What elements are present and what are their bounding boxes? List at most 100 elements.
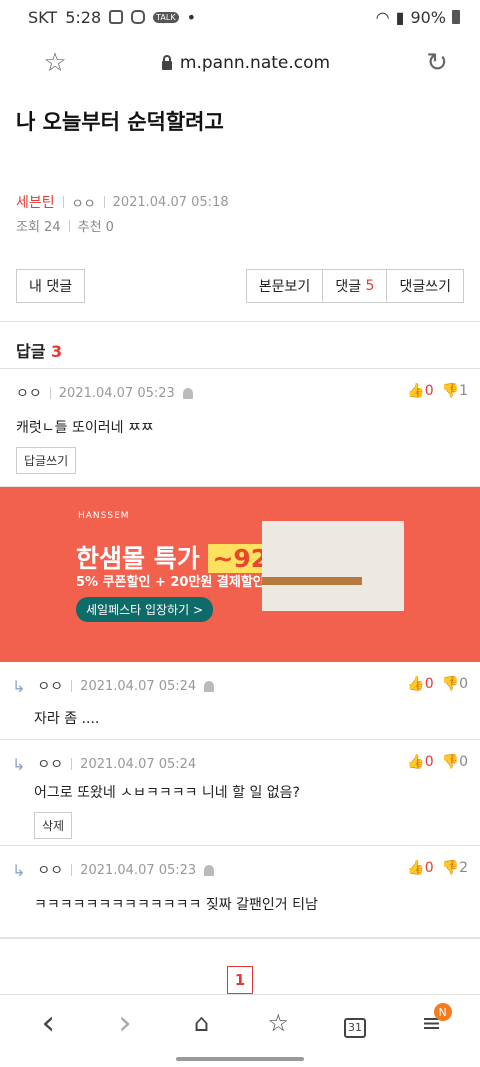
ad-cta-button[interactable]: 세일페스타 입장하기 > [76, 597, 214, 622]
bookmark-star-icon[interactable]: ☆ [40, 48, 70, 78]
carrier-label: SKT [28, 7, 58, 27]
page-1-button[interactable]: 1 [227, 965, 253, 994]
battery-icon [452, 10, 460, 24]
downvote-button[interactable]: 👎0 [442, 676, 468, 692]
replies-label: 답글 [16, 342, 46, 361]
delete-button[interactable]: 삭제 [34, 812, 73, 839]
home-indicator[interactable] [176, 1057, 304, 1061]
replies-count: 3 [51, 342, 63, 361]
ad-brand-logo: HANSSEM [78, 511, 130, 521]
report-bell-icon[interactable] [204, 864, 215, 876]
reply-text: 어그로 또왔네 ㅅㅂㅋㅋㅋㅋ 니네 할 일 없음? [34, 785, 300, 801]
tabs-button[interactable]: 31 [335, 1009, 375, 1038]
write-comment-button[interactable]: 댓글쓰기 [387, 269, 464, 303]
view-body-button[interactable]: 본문보기 [245, 269, 324, 303]
url-text: m.pann.nate.com [179, 53, 331, 73]
wifi-icon: ◠ [375, 7, 390, 27]
lock-icon [161, 54, 172, 70]
ad-table-image [262, 577, 362, 585]
comment-action-row: 내 댓글 본문보기 댓글 5 댓글쓰기 [0, 235, 480, 303]
downvote-count: 2 [459, 860, 468, 876]
divider [68, 219, 70, 232]
upvote-button[interactable]: 👍0 [407, 383, 433, 399]
browser-nav-bar: ‹ › ⌂ ☆ 31 ≡ N [0, 994, 480, 1067]
divider [62, 196, 64, 208]
ad-furniture-image [262, 521, 404, 611]
view-count: 조회 24 [16, 220, 61, 235]
home-icon[interactable]: ⌂ [182, 1009, 222, 1037]
reply-arrow-icon: ↳ [12, 676, 26, 696]
reply-text: ㅋㅋㅋㅋㅋㅋㅋㅋㅋㅋㅋㅋㅋ 짖짜 갈팬인거 티남 [34, 897, 318, 913]
comments-button[interactable]: 댓글 5 [323, 269, 388, 303]
downvote-button[interactable]: 👎2 [442, 860, 468, 876]
write-reply-button[interactable]: 답글쓰기 [16, 447, 77, 474]
reply-date: 2021.04.07 05:24 [80, 678, 197, 694]
reply-nickname: ㅇㅇ [37, 863, 64, 879]
divider [71, 680, 73, 692]
url-bar: ☆ m.pann.nate.com ↻ [0, 34, 480, 92]
reply-arrow-icon: ↳ [12, 860, 26, 880]
vote-group: 👍0 👎0 [407, 676, 468, 692]
clock: 5:28 [65, 7, 102, 27]
downvote-count: 0 [459, 676, 468, 692]
upvote-count: 0 [424, 676, 434, 692]
downvote-count: 1 [459, 383, 468, 399]
vote-group: 👍0 👎1 [407, 383, 468, 399]
forward-icon[interactable]: › [105, 1003, 145, 1043]
reload-icon[interactable]: ↻ [422, 48, 452, 78]
back-icon[interactable]: ‹ [28, 1003, 68, 1043]
instagram-icon [131, 10, 146, 24]
my-comments-button[interactable]: 내 댓글 [16, 269, 86, 303]
kakaotalk-icon: TALK [153, 11, 179, 23]
reply-arrow-icon: ↳ [12, 754, 26, 774]
menu-button[interactable]: ≡ N [412, 1003, 452, 1037]
replies-header: 답글 3 [0, 321, 480, 369]
post-nickname: ㅇㅇ [71, 196, 96, 212]
reply-item: ↳ ㅇㅇ 2021.04.07 05:24 👍0 👎0 자라 좀 .... [0, 662, 480, 740]
upvote-button[interactable]: 👍0 [407, 754, 433, 770]
upvote-count: 0 [424, 383, 434, 399]
downvote-count: 0 [459, 754, 468, 770]
vote-group: 👍0 👎2 [407, 860, 468, 876]
upvote-count: 0 [424, 860, 434, 876]
post-title: 나 오늘부터 순덕할려고 [16, 110, 224, 134]
downvote-button[interactable]: 👎1 [442, 383, 468, 399]
tabs-icon: 31 [343, 1017, 366, 1038]
post-stats: 조회 24 추천 0 [0, 212, 480, 235]
comments-count: 5 [365, 278, 375, 294]
post-date: 2021.04.07 05:18 [112, 194, 229, 210]
ad-subtext: 5% 쿠폰할인 + 20만원 결제할인 [76, 575, 265, 590]
post-meta: 세븐틴 ㅇㅇ 2021.04.07 05:18 [0, 154, 480, 212]
divider [71, 864, 73, 876]
recommend-count: 추천 0 [77, 220, 114, 235]
address-field[interactable]: m.pann.nate.com [161, 53, 331, 73]
status-bar: SKT 5:28 TALK • ◠ ▮ 90% [0, 0, 480, 34]
upvote-button[interactable]: 👍0 [407, 860, 433, 876]
reply-date: 2021.04.07 05:23 [80, 862, 197, 878]
divider [71, 758, 73, 770]
notification-dot: • [186, 7, 197, 27]
reply-nickname: ㅇㅇ [37, 757, 64, 773]
downvote-button[interactable]: 👎0 [442, 754, 468, 770]
comment-text: 캐럿ㄴ들 또이러네 ㅉㅉ [16, 420, 154, 436]
report-bell-icon[interactable] [204, 680, 215, 692]
reply-date: 2021.04.07 05:24 [80, 756, 197, 772]
reply-text: 자라 좀 .... [34, 711, 100, 727]
post-author[interactable]: 세븐틴 [16, 192, 55, 212]
bookmarks-icon[interactable]: ☆ [258, 1009, 298, 1037]
comments-label: 댓글 [335, 279, 362, 295]
ad-headline-text: 한샘몰 특가 [76, 544, 200, 573]
reply-item: ↳ ㅇㅇ 2021.04.07 05:23 👍0 👎2 ㅋㅋㅋㅋㅋㅋㅋㅋㅋㅋㅋㅋ… [0, 846, 480, 938]
upvote-count: 0 [424, 754, 434, 770]
comment-button-group: 본문보기 댓글 5 댓글쓰기 [245, 269, 464, 303]
advertisement-banner[interactable]: HANSSEM 한샘몰 특가 ~92% 5% 쿠폰할인 + 20만원 결제할인 … [0, 487, 480, 662]
notification-badge: N [433, 1003, 452, 1021]
report-bell-icon[interactable] [182, 387, 193, 399]
vote-group: 👍0 👎0 [407, 754, 468, 770]
comment-item: ㅇㅇ 2021.04.07 05:23 👍0 👎1 캐럿ㄴ들 또이러네 ㅉㅉ 답… [0, 369, 480, 487]
divider [49, 387, 51, 399]
upvote-button[interactable]: 👍0 [407, 676, 433, 692]
battery-percent: 90% [410, 7, 446, 27]
reply-item: ↳ ㅇㅇ 2021.04.07 05:24 👍0 👎0 어그로 또왔네 ㅅㅂㅋㅋ… [0, 740, 480, 846]
comment-nickname: ㅇㅇ [16, 386, 42, 402]
